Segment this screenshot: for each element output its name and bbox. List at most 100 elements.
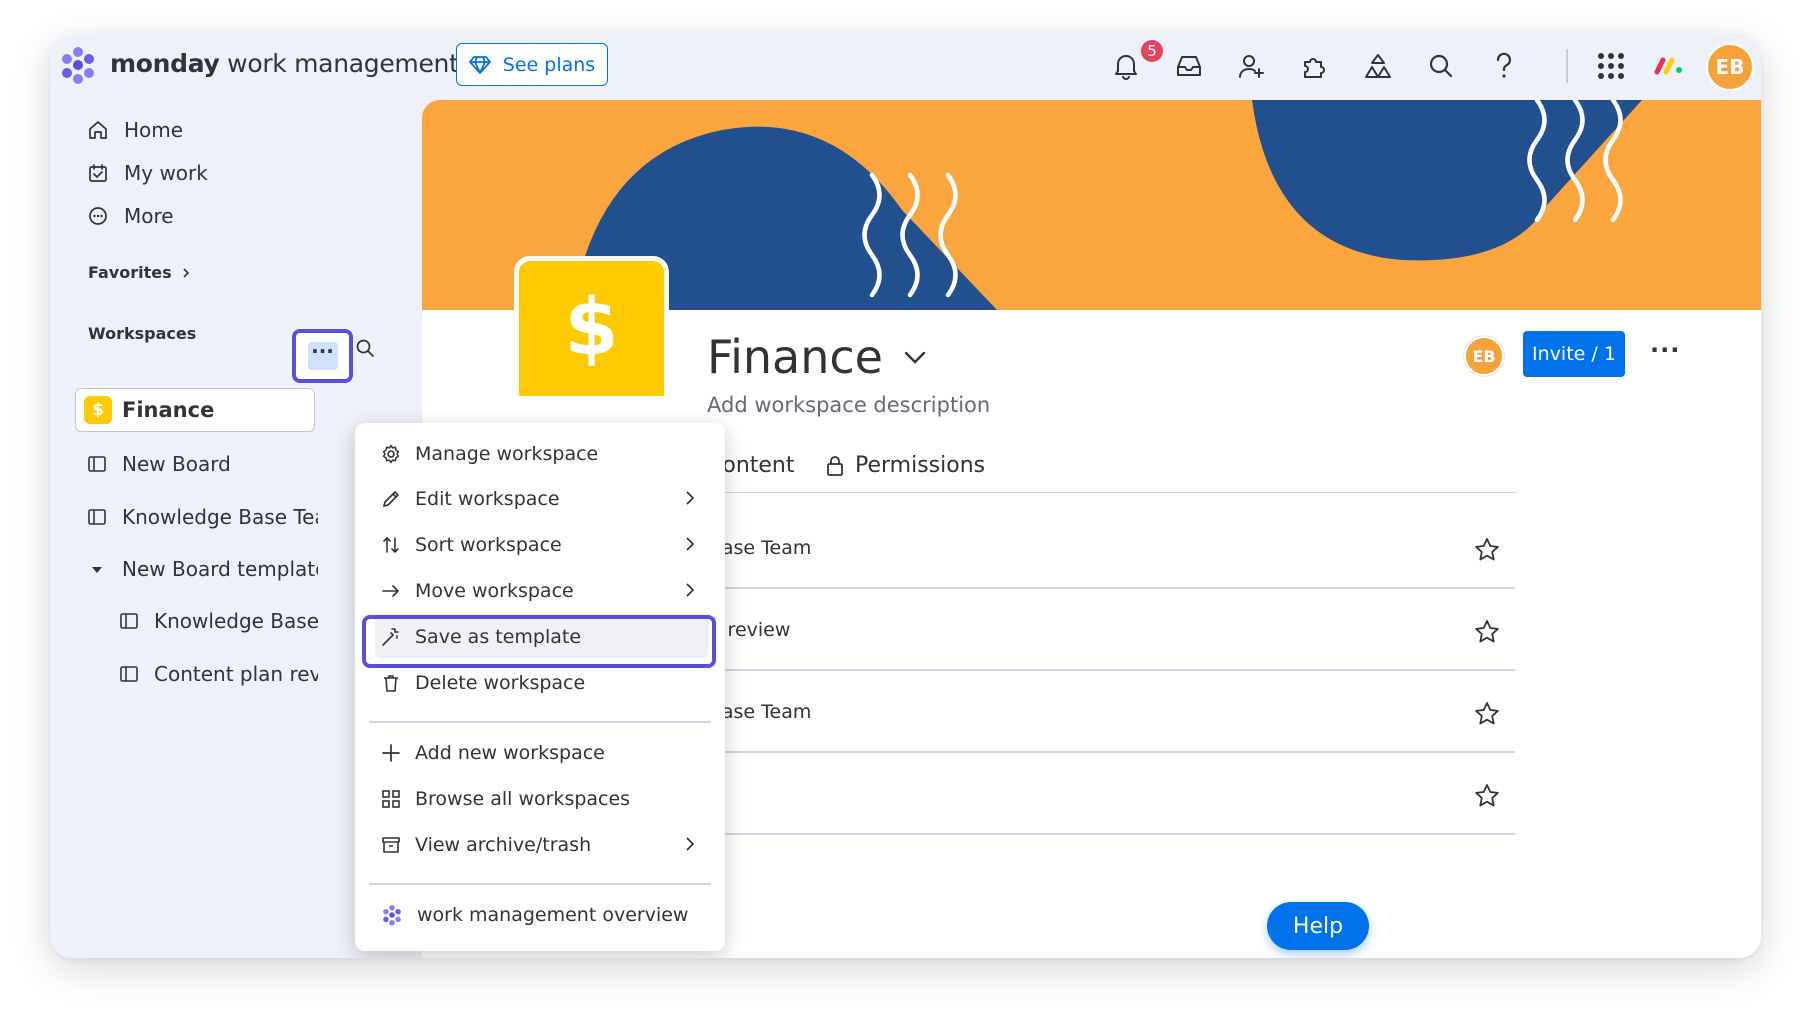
apps-icon[interactable] (1296, 47, 1334, 85)
workspaces-header: Workspaces (88, 324, 196, 343)
lock-icon (825, 455, 845, 477)
tab-label: Permissions (855, 453, 986, 478)
menu-item-work-management-overview[interactable]: work management overview (375, 894, 709, 936)
sidebar-board-knowledge-base[interactable]: Knowledge Base Tea (88, 505, 318, 529)
sort-icon (381, 535, 401, 555)
menu-item-label: Sort workspace (415, 534, 562, 556)
workspace-search-icon[interactable] (355, 338, 375, 358)
notification-badge: 5 (1139, 38, 1165, 64)
workspace-options-button[interactable]: ··· (292, 329, 353, 383)
menu-item-label: Move workspace (415, 580, 574, 602)
star-icon[interactable] (1474, 783, 1500, 809)
menu-item-label: Browse all workspaces (415, 788, 631, 810)
star-icon[interactable] (1474, 619, 1500, 645)
caret-down-icon (88, 561, 106, 577)
star-icon[interactable] (1474, 701, 1500, 727)
sidebar-folder-new-board-template[interactable]: New Board template (88, 557, 318, 581)
star-icon[interactable] (1474, 537, 1500, 563)
workspace-avatar[interactable]: $ (514, 256, 669, 396)
app-window: monday work management See plans 5 EB Ho… (50, 35, 1761, 958)
see-plans-button[interactable]: See plans (456, 43, 608, 86)
menu-item-label: work management overview (417, 904, 689, 926)
sidebar-item-home[interactable]: Home (88, 118, 183, 142)
workspace-name: Finance (122, 398, 215, 422)
menu-item-label: Edit workspace (415, 488, 560, 510)
row-divider (667, 587, 1515, 589)
menu-item-label: Add new workspace (415, 742, 605, 764)
chevron-right-icon (685, 836, 695, 852)
workspace-tabs: Content Permissions (667, 445, 1517, 494)
menu-item-label: Manage workspace (415, 443, 599, 465)
workspace-selector[interactable]: $ Finance (75, 388, 315, 432)
chevron-right-icon (685, 582, 695, 598)
app-grid-icon[interactable] (1592, 47, 1630, 85)
invite-button[interactable]: Invite / 1 (1523, 331, 1625, 377)
menu-item-delete-workspace[interactable]: Delete workspace (375, 662, 709, 704)
workspaces-label: Workspaces (88, 324, 197, 343)
menu-item-browse-all-workspaces[interactable]: Browse all workspaces (375, 778, 709, 820)
sidebar-board-knowledge-base-child[interactable]: Knowledge Base (120, 609, 318, 633)
plus-icon (381, 743, 401, 763)
more-circle-icon (88, 206, 108, 226)
menu-item-add-new-workspace[interactable]: Add new workspace (375, 732, 709, 774)
integrations-icon[interactable] (1359, 47, 1397, 85)
toolbar-divider (1566, 49, 1568, 83)
menu-item-view-archive-trash[interactable]: View archive/trash (375, 824, 709, 866)
sidebar-item-my-work[interactable]: My work (88, 161, 208, 185)
chevron-down-icon[interactable] (903, 349, 927, 365)
tree-item-label: New Board template (122, 557, 318, 581)
chevron-right-icon (685, 536, 695, 552)
home-icon (88, 120, 108, 140)
menu-item-edit-workspace[interactable]: Edit workspace (375, 478, 709, 520)
monday-colors-icon (1654, 52, 1684, 76)
sidebar-board-content-plan[interactable]: Content plan rev (120, 662, 318, 686)
grid-icon (381, 789, 401, 809)
see-plans-label: See plans (502, 53, 596, 76)
help-button[interactable]: Help (1267, 902, 1369, 950)
sidebar-item-more[interactable]: More (88, 204, 174, 228)
sidebar-item-label: More (124, 204, 174, 228)
invite-member-icon[interactable] (1233, 47, 1271, 85)
menu-divider (369, 721, 711, 723)
sidebar-item-label: Home (124, 118, 184, 142)
menu-divider (369, 883, 711, 885)
workspace-context-menu: Manage workspace Edit workspace Sort wor… (355, 423, 725, 951)
sidebar-board-new-board[interactable]: New Board (88, 452, 318, 476)
favorites-label: Favorites (88, 263, 172, 282)
row-divider (667, 751, 1515, 753)
menu-item-move-workspace[interactable]: Move workspace (375, 570, 709, 612)
tree-item-label: Knowledge Base Tea (122, 505, 318, 529)
pencil-icon (381, 489, 401, 509)
diamond-icon (468, 55, 491, 75)
workspace-title[interactable]: Finance (707, 330, 927, 384)
inbox-icon[interactable] (1170, 47, 1208, 85)
monday-logo-icon[interactable] (58, 45, 98, 85)
trash-icon (381, 673, 401, 693)
dollar-icon: $ (84, 396, 112, 424)
search-icon[interactable] (1422, 47, 1460, 85)
board-icon (88, 456, 106, 472)
help-icon[interactable] (1485, 47, 1523, 85)
menu-item-manage-workspace[interactable]: Manage workspace (375, 433, 709, 475)
row-divider (667, 669, 1515, 671)
top-bar: monday work management See plans 5 EB (50, 35, 1761, 100)
workspace-more-button[interactable]: ··· (1650, 336, 1680, 364)
tree-item-label: Knowledge Base (154, 609, 318, 633)
product-name: monday work management (110, 49, 459, 78)
chevron-right-icon (685, 490, 695, 506)
owner-avatar[interactable]: EB (1464, 336, 1504, 376)
menu-item-sort-workspace[interactable]: Sort workspace (375, 524, 709, 566)
menu-item-label: View archive/trash (415, 834, 592, 856)
tree-item-label: New Board (122, 452, 231, 476)
monday-logo-icon (381, 904, 403, 926)
user-avatar[interactable]: EB (1706, 43, 1754, 91)
row-divider (667, 833, 1515, 835)
chevron-right-icon (182, 267, 190, 279)
gear-icon (381, 444, 401, 464)
tab-permissions[interactable]: Permissions (825, 453, 985, 478)
calendar-check-icon (88, 163, 108, 183)
arrow-right-icon (381, 581, 401, 601)
workspace-description[interactable]: Add workspace description (707, 393, 990, 417)
highlight-ring (362, 615, 716, 668)
favorites-header[interactable]: Favorites (88, 263, 190, 282)
